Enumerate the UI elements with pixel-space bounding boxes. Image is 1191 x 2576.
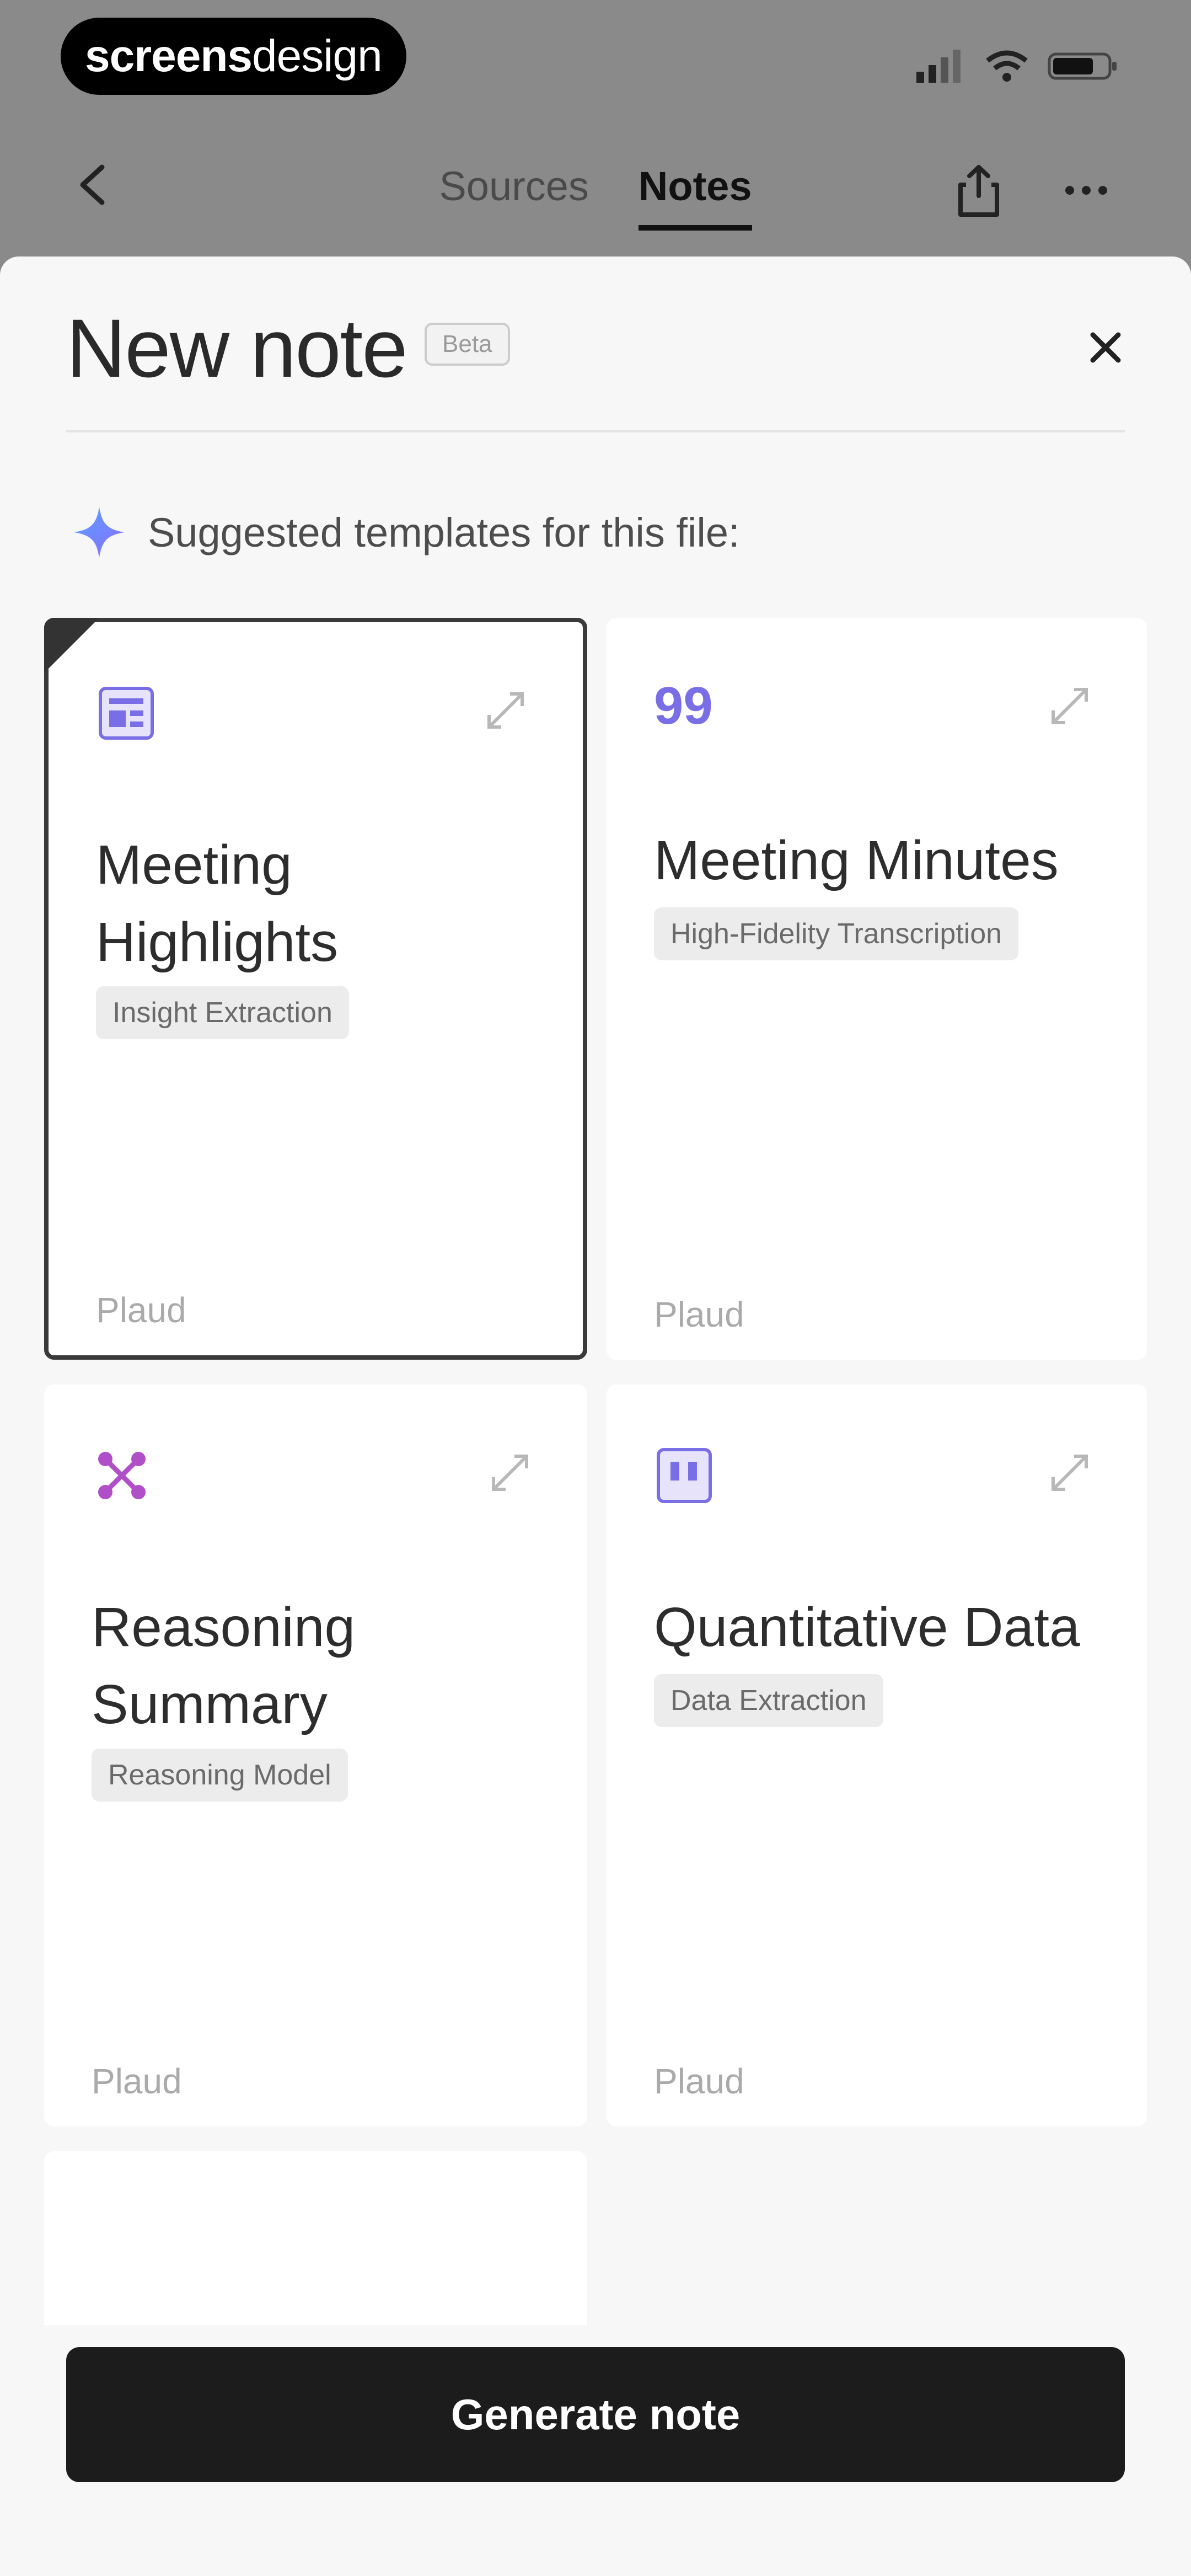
brand-text: screensdesign [85,31,383,81]
quote-icon: 99 [654,678,713,735]
status-bar: screensdesign [0,0,1191,110]
template-card-meeting-minutes[interactable]: 99 Meeting Minutes High-Fidelity Transcr… [607,618,1147,1360]
expand-icon[interactable] [1048,684,1092,728]
template-tag: Reasoning Model [92,1749,348,1802]
template-title: Quantitative Data [654,1596,1080,1658]
signal-icon [916,50,961,83]
suggested-templates-header: Suggested templates for this file: [72,505,740,560]
more-options-icon[interactable] [1064,185,1108,196]
wifi-icon [986,50,1028,82]
highlights-icon [99,687,154,740]
template-source: Plaud [96,1290,186,1330]
template-tag: Data Extraction [654,1674,883,1727]
svg-text:99: 99 [654,678,713,735]
template-source: Plaud [654,1295,744,1334]
template-card-quantitative-data[interactable]: Quantitative Data Data Extraction Plaud [607,1385,1147,2126]
expand-icon[interactable] [484,688,528,733]
tab-notes[interactable]: Notes [638,163,752,231]
sheet-title: New note [66,302,408,394]
close-icon[interactable] [1081,323,1130,372]
template-tag: High-Fidelity Transcription [654,907,1019,960]
template-title: Meeting Highlights [96,834,339,973]
template-card-reasoning-summary[interactable]: Reasoning Summary Reasoning Model Plaud [44,1385,587,2126]
selected-corner-marker [44,618,99,673]
reasoning-icon [98,1452,146,1499]
beta-badge: Beta [425,323,510,366]
suggested-templates-label: Suggested templates for this file: [148,509,740,555]
divider [66,430,1125,432]
sparkle-icon [74,507,125,558]
template-source: Plaud [654,2061,744,2101]
template-title: Reasoning Summary [92,1596,356,1735]
expand-icon[interactable] [1048,1451,1092,1495]
tab-sources[interactable]: Sources [439,163,588,231]
chart-icon [657,1448,712,1503]
system-icons [916,50,1119,83]
template-tag: Insight Extraction [96,986,349,1039]
template-card-meeting-highlights[interactable]: Meeting Highlights Insight Extraction Pl… [44,618,587,1360]
template-title: Meeting Minutes [654,830,1059,891]
tab-bar: Sources Notes [0,163,1191,231]
share-icon[interactable] [954,163,1004,218]
battery-icon [1048,52,1117,80]
template-source: Plaud [92,2061,182,2101]
top-navigation: Sources Notes [0,110,1191,256]
generate-note-button[interactable]: Generate note [66,2347,1125,2482]
brand-logo: screensdesign [61,18,406,95]
expand-icon[interactable] [488,1451,532,1495]
